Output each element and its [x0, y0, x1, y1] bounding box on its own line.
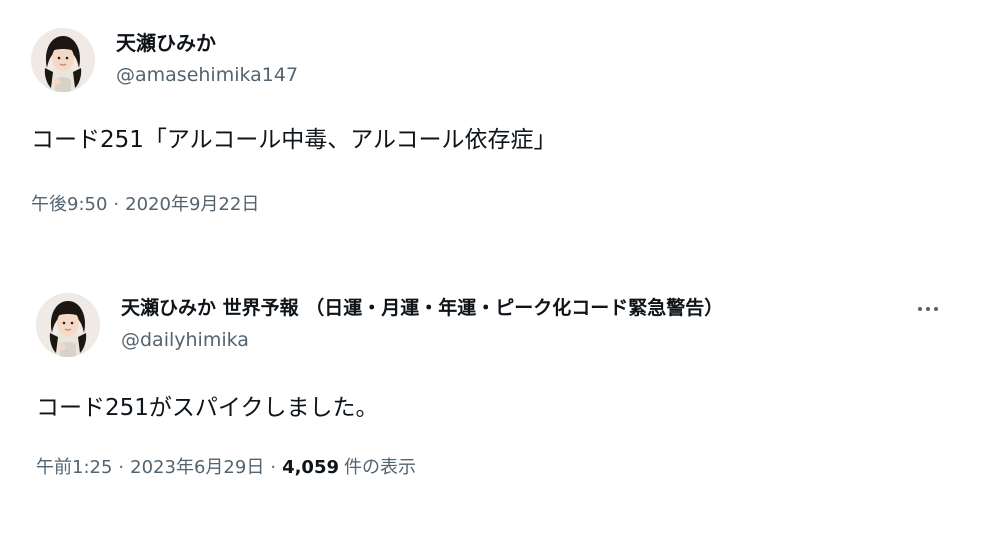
tweet-card: 天瀬ひみか @amasehimika147 コード251「アルコール中毒、アルコ…: [0, 0, 996, 250]
views-count[interactable]: 4,059: [282, 457, 339, 478]
avatar[interactable]: [31, 28, 95, 92]
more-options-button[interactable]: [908, 294, 948, 324]
meta-separator: ·: [270, 457, 277, 478]
display-name[interactable]: 天瀬ひみか 世界予報 （日運・月運・年運・ピーク化コード緊急警告）: [121, 295, 723, 321]
tweet-date[interactable]: 2023年6月29日: [130, 457, 264, 478]
tweet-text: コード251「アルコール中毒、アルコール依存症」: [31, 127, 557, 153]
more-horizontal-icon: [926, 307, 930, 311]
tweet-text: コード251がスパイクしました。: [36, 395, 379, 421]
meta-separator: ·: [113, 194, 120, 215]
tweet-meta: 午後9:50 · 2020年9月22日: [31, 193, 259, 217]
tweet-card: 天瀬ひみか 世界予報 （日運・月運・年運・ピーク化コード緊急警告） @daily…: [0, 268, 996, 552]
tweet-time[interactable]: 午後9:50: [31, 194, 107, 215]
meta-separator: ·: [118, 457, 125, 478]
avatar[interactable]: [36, 293, 100, 357]
avatar-image: [31, 28, 95, 92]
display-name[interactable]: 天瀬ひみか: [116, 30, 216, 56]
tweet-date[interactable]: 2020年9月22日: [125, 194, 259, 215]
avatar-image: [36, 293, 100, 357]
more-horizontal-icon: [918, 307, 922, 311]
more-horizontal-icon: [934, 307, 938, 311]
views-label[interactable]: 件の表示: [339, 457, 416, 478]
tweet-meta: 午前1:25 · 2023年6月29日 · 4,059 件の表示: [36, 456, 416, 480]
user-handle[interactable]: @amasehimika147: [116, 63, 298, 87]
user-handle[interactable]: @dailyhimika: [121, 328, 249, 352]
tweet-time[interactable]: 午前1:25: [36, 457, 112, 478]
